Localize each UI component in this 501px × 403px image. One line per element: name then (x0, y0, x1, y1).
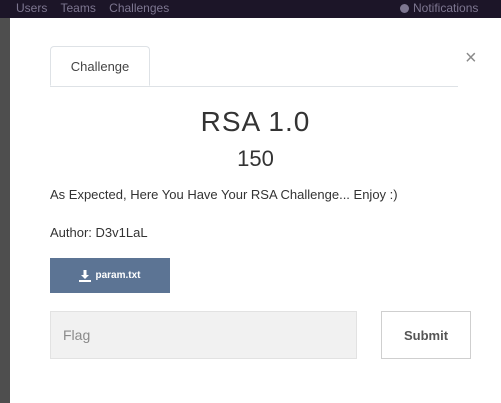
nav-link-challenges[interactable]: Challenges (109, 1, 169, 15)
screen: Users Teams Challenges Notifications × C… (0, 0, 501, 403)
background-nav-links: Users Teams Challenges (16, 1, 179, 15)
nav-link-users[interactable]: Users (16, 1, 47, 15)
background-navbar: Users Teams Challenges Notifications (0, 0, 501, 18)
notifications-link[interactable]: Notifications (400, 1, 478, 15)
flag-input[interactable] (50, 311, 357, 359)
tab-challenge[interactable]: Challenge (50, 46, 150, 86)
challenge-name: RSA 1.0 (200, 106, 311, 137)
download-icon (79, 269, 92, 282)
notifications-label: Notifications (413, 1, 479, 15)
file-name: param.txt (95, 270, 141, 281)
notification-icon (400, 4, 409, 13)
challenge-modal: × Challenge RSA 1.0 150 As Expected, Her… (10, 18, 501, 403)
submit-button[interactable]: Submit (381, 311, 471, 359)
challenge-author: Author: D3v1LaL (50, 225, 148, 240)
nav-link-teams[interactable]: Teams (60, 1, 95, 15)
modal-tabs: Challenge (50, 46, 458, 87)
close-icon[interactable]: × (465, 48, 477, 68)
background-overlay (0, 18, 10, 403)
download-file-button[interactable]: param.txt (50, 258, 170, 293)
challenge-description: As Expected, Here You Have Your RSA Chal… (50, 187, 398, 202)
challenge-value: 150 (237, 146, 274, 171)
